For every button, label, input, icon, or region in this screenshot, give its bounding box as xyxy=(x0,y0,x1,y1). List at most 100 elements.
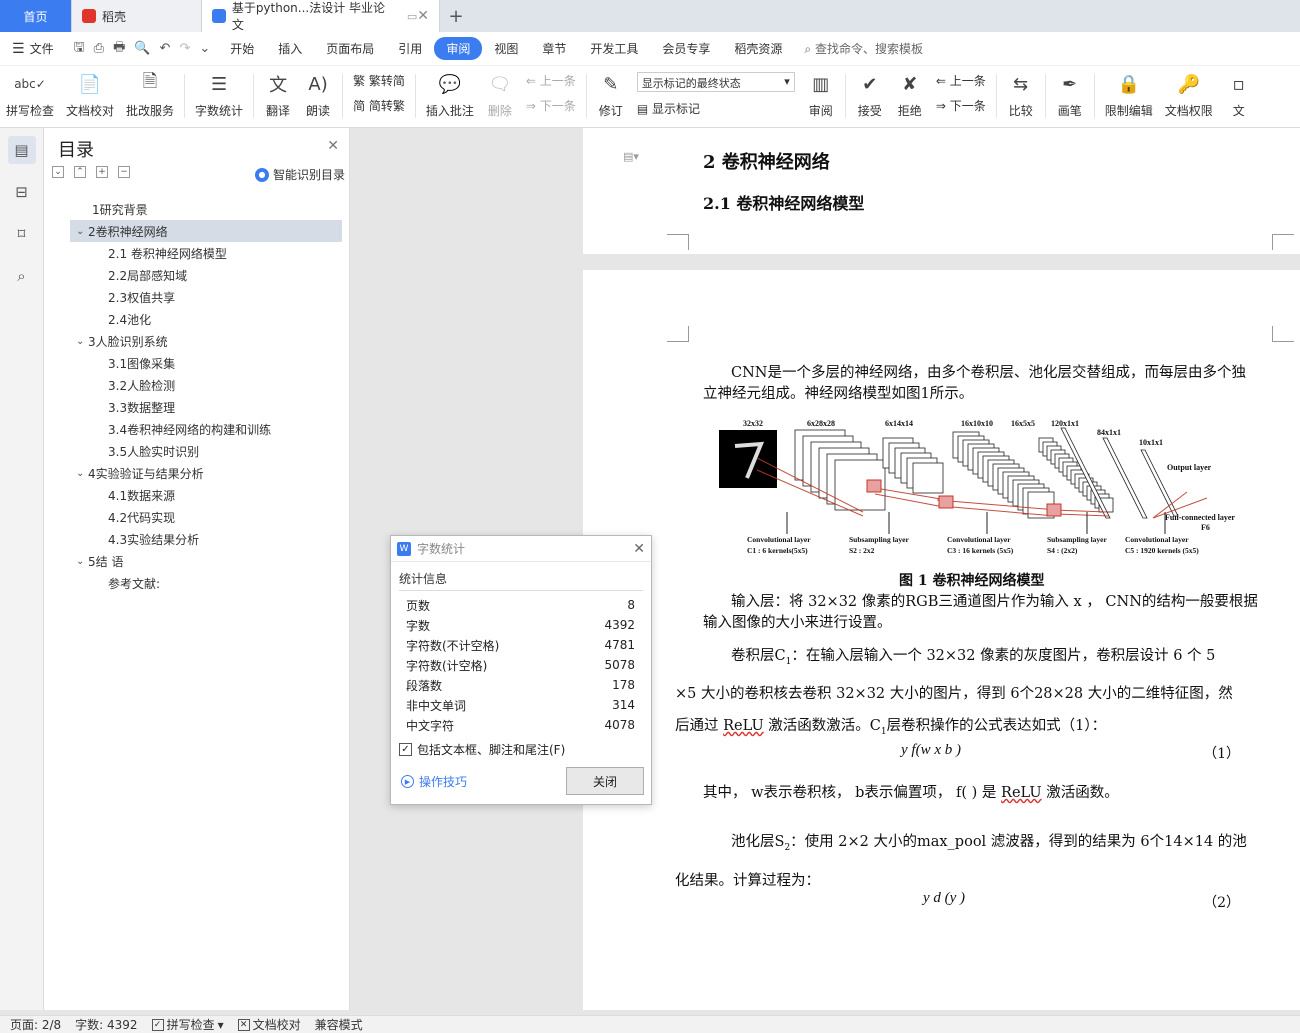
menu-chapter[interactable]: 章节 xyxy=(530,37,578,60)
dialog-titlebar[interactable]: W 字数统计 ✕ xyxy=(391,536,651,562)
paragraph-pool-layer[interactable]: 池化层S2：使用 2×2 大小的max_pool 滤波器，得到的结果为 6个14… xyxy=(675,826,1259,898)
dialog-close-button[interactable]: 关闭 xyxy=(566,767,644,795)
trad-to-simp-button[interactable]: 繁 繁转简 xyxy=(353,72,405,89)
customize-chevron-icon[interactable]: ⌄ xyxy=(199,41,210,56)
toc-item[interactable]: 4.1数据来源 xyxy=(70,484,342,506)
find-icon[interactable]: ⌕ xyxy=(8,262,36,290)
add-item-icon[interactable]: + xyxy=(96,166,108,178)
chevron-down-icon[interactable]: ⌄ xyxy=(76,336,88,347)
next-change-button[interactable]: ⇒ 下一条 xyxy=(936,97,986,114)
toc-item[interactable]: 3.5人脸实时识别 xyxy=(70,440,342,462)
chevron-down-icon[interactable]: ⌄ xyxy=(76,556,88,567)
menu-developer[interactable]: 开发工具 xyxy=(578,37,650,60)
menu-insert[interactable]: 插入 xyxy=(266,37,314,60)
markup-state-select[interactable]: 显示标记的最终状态 ▾ xyxy=(636,72,795,92)
menu-reference[interactable]: 引用 xyxy=(386,37,434,60)
undo-icon[interactable]: ↶ xyxy=(160,41,171,56)
tab-document[interactable]: 基于python...法设计 毕业论文 ▭ ✕ xyxy=(202,0,440,32)
tips-link[interactable]: ▶ 操作技巧 xyxy=(401,773,467,790)
prev-change-button[interactable]: ⇐ 上一条 xyxy=(936,72,986,89)
toc-item[interactable]: 4.2代码实现 xyxy=(70,506,342,528)
print-preview-icon[interactable]: 🔍 xyxy=(134,41,150,56)
toc-item[interactable]: 3.1图像采集 xyxy=(70,352,342,374)
tab-docer[interactable]: 稻壳 xyxy=(72,0,202,32)
page-indicator[interactable]: 页面: 2/8 xyxy=(10,1016,61,1033)
close-tab-icon[interactable]: ✕ xyxy=(417,8,429,24)
toc-item[interactable]: 参考文献: xyxy=(70,572,342,594)
accept-button[interactable]: ✔ 接受 xyxy=(850,70,890,119)
float-window-icon[interactable]: ▭ xyxy=(407,10,417,23)
toc-pane-icon[interactable]: ▤ xyxy=(7,136,36,164)
toc-item[interactable]: 2.1 卷积神经网络模型 xyxy=(70,242,342,264)
toc-item[interactable]: 1研究背景 xyxy=(70,198,342,220)
menu-start[interactable]: 开始 xyxy=(218,37,266,60)
command-search[interactable]: ⌕ 查找命令、搜索模板 xyxy=(804,40,923,57)
chevron-down-icon[interactable]: ⌄ xyxy=(76,468,88,479)
paragraph-conv-layer[interactable]: 卷积层C1：在输入层输入一个 32×32 像素的灰度图片，卷积层设计 6 个 5… xyxy=(675,640,1259,748)
doc-proof-button[interactable]: 📄 文档校对 xyxy=(60,70,120,119)
doc-permission-button[interactable]: 🔑 文档权限 xyxy=(1159,70,1219,119)
redo-icon[interactable]: ↷ xyxy=(179,41,190,56)
review-pane-button[interactable]: ▥ 审阅 xyxy=(801,70,841,119)
insert-comment-button[interactable]: 💬 插入批注 xyxy=(420,70,480,119)
delete-comment-button[interactable]: 🗨 删除 xyxy=(480,70,520,119)
compare-button[interactable]: ⇆ 比较 xyxy=(1001,70,1041,119)
ink-button[interactable]: ✒ 画笔 xyxy=(1050,70,1090,119)
bookmark-icon[interactable]: ⌑ xyxy=(8,220,36,248)
toc-item[interactable]: ⌄ 2卷积神经网络 xyxy=(70,220,342,242)
translate-button[interactable]: 文翻译 xyxy=(258,70,298,119)
menu-view[interactable]: 视图 xyxy=(482,37,530,60)
chevron-down-icon[interactable]: ⌄ xyxy=(76,226,88,237)
toc-item[interactable]: 3.2人脸检测 xyxy=(70,374,342,396)
prev-comment-button[interactable]: ⇐ 上一条 xyxy=(526,72,576,89)
simp-to-trad-button[interactable]: 简 简转繁 xyxy=(353,97,405,114)
collapse-all-icon[interactable]: ⌃ xyxy=(74,166,86,178)
toc-item[interactable]: ⌄ 5结 语 xyxy=(70,550,342,572)
status-spell-check[interactable]: ✓ 拼写检查 ▾ xyxy=(151,1016,224,1033)
toc-item[interactable]: 2.4池化 xyxy=(70,308,342,330)
smart-toc-button[interactable]: ● 智能识别目录 xyxy=(254,166,345,183)
menu-layout[interactable]: 页面布局 xyxy=(314,37,386,60)
revise-service-label: 批改服务 xyxy=(126,104,175,118)
print-icon[interactable]: 🖶 xyxy=(113,38,125,60)
fig-label-s4: 16x5x5 xyxy=(1011,419,1035,428)
toc-item[interactable]: 3.3数据整理 xyxy=(70,396,342,418)
include-textbox-checkbox[interactable]: ✓ 包括文本框、脚注和尾注(F) xyxy=(399,741,565,758)
file-menu[interactable]: ☰ 文件 xyxy=(0,40,66,57)
doc-options-icon[interactable]: ▤▾ xyxy=(623,150,639,163)
toc-item[interactable]: 2.2局部感知域 xyxy=(70,264,342,286)
menu-docer-resources[interactable]: 稻壳资源 xyxy=(722,37,794,60)
read-aloud-button[interactable]: A) 朗读 xyxy=(298,70,338,119)
toc-item[interactable]: 2.3权值共享 xyxy=(70,286,342,308)
paragraph-input-layer[interactable]: 输入层：将 32×32 像素的RGB三通道图片作为输入 x ， CNN的结构一般… xyxy=(703,592,1259,634)
toc-item[interactable]: ⌄ 4实验验证与结果分析 xyxy=(70,462,342,484)
reject-button[interactable]: ✘ 拒绝 xyxy=(890,70,930,119)
translate-label: 翻译 xyxy=(266,104,291,118)
paragraph-intro[interactable]: CNN是一个多层的神经网络，由多个卷积层、池化层交替组成，而每层由多个独立神经元… xyxy=(703,363,1259,405)
paragraph-where[interactable]: 其中， w表示卷积核， b表示偏置项， f( ) 是 ReLU 激活函数。 xyxy=(703,783,1259,804)
remove-item-icon[interactable]: − xyxy=(118,166,130,178)
word-count-button[interactable]: ☰ 字数统计 xyxy=(189,70,249,119)
save-icon[interactable]: 🖫 xyxy=(74,38,85,60)
toc-item[interactable]: 3.4卷积神经网络的构建和训练 xyxy=(70,418,342,440)
close-dialog-icon[interactable]: ✕ xyxy=(633,541,645,557)
new-tab-button[interactable]: + xyxy=(440,0,472,32)
export-pdf-icon[interactable]: ⎙ xyxy=(94,41,104,56)
close-toc-icon[interactable]: ✕ xyxy=(327,138,339,154)
chapter-nav-icon[interactable]: ⊟ xyxy=(8,178,36,206)
next-comment-button[interactable]: ⇒ 下一条 xyxy=(526,97,576,114)
word-count-indicator[interactable]: 字数: 4392 xyxy=(75,1016,137,1033)
tab-home[interactable]: 首页 xyxy=(0,0,72,32)
track-changes-button[interactable]: ✎ 修订 xyxy=(591,70,631,119)
expand-all-icon[interactable]: ⌄ xyxy=(52,166,64,178)
show-markup-button[interactable]: ▤ 显示标记 xyxy=(637,100,795,117)
toc-item[interactable]: ⌄ 3人脸识别系统 xyxy=(70,330,342,352)
status-doc-proof[interactable]: ✕ 文档校对 xyxy=(237,1016,301,1033)
spell-check-button[interactable]: abc✓ 拼写检查 xyxy=(0,70,60,119)
menu-review[interactable]: 审阅 xyxy=(434,37,483,60)
toc-item[interactable]: 4.3实验结果分析 xyxy=(70,528,342,550)
more-ribbon-button[interactable]: ▫ 文 xyxy=(1219,70,1259,119)
restrict-edit-button[interactable]: 🔒 限制编辑 xyxy=(1099,70,1159,119)
menu-member[interactable]: 会员专享 xyxy=(650,37,722,60)
revise-service-button[interactable]: 🗎 批改服务 xyxy=(120,70,180,119)
